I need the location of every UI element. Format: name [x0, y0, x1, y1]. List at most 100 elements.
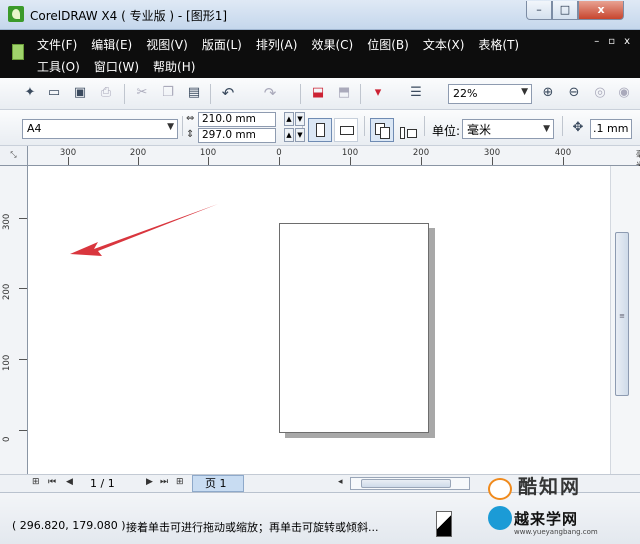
add-page-icon[interactable]: ⊞ [32, 477, 40, 487]
vertical-scrollbar[interactable]: ≡ [610, 166, 640, 474]
menu-edit[interactable]: 编辑(E) [84, 33, 139, 55]
first-page-icon[interactable]: ⏮ [48, 477, 56, 487]
document-window-controls: – ▫ x [594, 36, 630, 47]
last-page-icon[interactable]: ⏭ [160, 477, 168, 487]
vertical-ruler[interactable]: 300 200 100 0 [0, 166, 28, 474]
menu-window[interactable]: 窗口(W) [87, 55, 146, 77]
chevron-down-icon: ▼ [521, 87, 528, 97]
export-icon[interactable]: ⬒ [336, 85, 352, 101]
paste-icon[interactable]: ▤ [186, 85, 202, 101]
unit-value: 毫米 [467, 123, 492, 137]
zoom-fit-icon[interactable]: ◎ [592, 85, 608, 101]
status-hint: 接着单击可进行拖动或缩放；再单击可旋转或倾斜... [126, 521, 379, 534]
horizontal-scroll-thumb[interactable] [361, 479, 451, 488]
zoom-in-icon[interactable]: ⊕ [540, 85, 556, 101]
watermark-top-text: 酷知网 [518, 476, 582, 498]
menu-help[interactable]: 帮助(H) [146, 55, 202, 77]
landscape-button[interactable] [334, 118, 358, 142]
toolbar-separator [124, 84, 125, 104]
redo-icon[interactable]: ↷ [262, 85, 278, 101]
menu-bar: 文件(F) 编辑(E) 视图(V) 版面(L) 排列(A) 效果(C) 位图(B… [0, 30, 640, 78]
toolbar-separator [364, 116, 365, 136]
print-icon[interactable]: ⎙ [98, 85, 114, 101]
prev-page-icon[interactable]: ◀ [66, 477, 73, 487]
page-width-field[interactable]: 210.0 mm [198, 112, 276, 127]
toolbar-separator [210, 84, 211, 104]
doc-minimize-button[interactable]: – [594, 36, 599, 47]
drawing-canvas[interactable] [28, 166, 610, 474]
open-icon[interactable]: ▭ [46, 85, 62, 101]
document-page[interactable] [279, 223, 429, 433]
copy-icon[interactable]: ❐ [160, 85, 176, 101]
title-bar: CorelDRAW X4 ( 专业版 ) - [图形1] – □ x [0, 0, 640, 30]
height-icon: ⇕ [186, 129, 195, 140]
toolbar-separator [360, 84, 361, 104]
menu-table[interactable]: 表格(T) [471, 33, 526, 55]
nudge-icon: ✥ [572, 120, 584, 135]
launcher-icon[interactable]: ▾ [370, 85, 386, 101]
ruler-label: 0 [2, 436, 12, 442]
ruler-label: 100 [2, 354, 12, 371]
page-tab-1[interactable]: 页 1 [192, 475, 244, 492]
zoom-level-combo[interactable]: 22% ▼ [448, 84, 532, 104]
document-icon [12, 44, 24, 60]
minimize-button[interactable]: – [526, 1, 552, 20]
new-icon[interactable]: ✦ [22, 85, 38, 101]
scroll-left-icon[interactable]: ◂ [338, 477, 343, 487]
current-page-button[interactable] [396, 118, 420, 142]
arrow-shape [70, 204, 218, 256]
next-page-icon[interactable]: ▶ [146, 477, 153, 487]
zoom-out-icon[interactable]: ⊖ [566, 85, 582, 101]
window-title: CorelDRAW X4 ( 专业版 ) - [图形1] [30, 9, 228, 23]
page-count: 1 / 1 [90, 477, 115, 490]
menu-tools[interactable]: 工具(O) [30, 55, 87, 77]
red-arrow-annotation [70, 204, 218, 256]
horizontal-scrollbar[interactable] [350, 477, 470, 490]
zoom-page-icon[interactable]: ◉ [616, 85, 632, 101]
page-layout-icon [400, 127, 405, 139]
close-button[interactable]: x [578, 1, 624, 20]
options-icon[interactable]: ☰ [408, 85, 424, 101]
add-page-after-icon[interactable]: ⊞ [176, 477, 184, 487]
width-spinner[interactable]: ▲ [284, 112, 294, 126]
horizontal-ruler[interactable]: 300 200 100 0 100 200 300 400 毫米 [28, 146, 640, 170]
unit-label: 单位: [432, 124, 461, 138]
width-icon: ⇔ [186, 113, 195, 124]
width-spinner-down[interactable]: ▼ [295, 112, 305, 126]
maximize-button[interactable]: □ [552, 1, 578, 20]
menu-view[interactable]: 视图(V) [139, 33, 195, 55]
ruler-origin[interactable]: ⤡ [0, 146, 28, 166]
standard-toolbar: ✦ ▭ ▣ ⎙ ✂ ❐ ▤ ↶ ↷ ⬓ ⬒ ▾ ☰ 22% ▼ ⊕ ⊖ ◎ ◉ [0, 78, 640, 110]
all-pages-button[interactable] [370, 118, 394, 142]
unit-combo[interactable]: 毫米 ▼ [462, 119, 554, 139]
paper-size-value: A4 [27, 122, 42, 135]
doc-close-button[interactable]: x [624, 36, 630, 47]
chevron-down-icon: ▼ [167, 122, 174, 132]
chevron-down-icon: ▼ [543, 124, 550, 134]
cut-icon[interactable]: ✂ [134, 85, 150, 101]
grip-icon: ≡ [619, 312, 625, 320]
menu-arrange[interactable]: 排列(A) [249, 33, 305, 55]
menu-layout[interactable]: 版面(L) [195, 33, 249, 55]
portrait-button[interactable] [308, 118, 332, 142]
paper-size-combo[interactable]: A4 ▼ [22, 119, 178, 139]
ruler-label: 300 [2, 213, 12, 230]
fill-outline-swatch[interactable] [436, 511, 452, 537]
menu-effects[interactable]: 效果(C) [304, 33, 360, 55]
menu-file[interactable]: 文件(F) [30, 33, 84, 55]
nudge-distance-field[interactable]: .1 mm [590, 119, 632, 139]
menu-text[interactable]: 文本(X) [416, 33, 472, 55]
undo-icon[interactable]: ↶ [220, 85, 236, 101]
landscape-icon [340, 126, 354, 135]
save-icon[interactable]: ▣ [72, 85, 88, 101]
watermark-bubble-icon [488, 506, 512, 530]
page-height-field[interactable]: 297.0 mm [198, 128, 276, 143]
coreldraw-app-icon [8, 6, 24, 22]
watermark-bottom-text: 越来学网 [514, 510, 579, 528]
height-spinner[interactable]: ▲ [284, 128, 294, 142]
import-icon[interactable]: ⬓ [310, 85, 326, 101]
height-spinner-down[interactable]: ▼ [295, 128, 305, 142]
doc-restore-button[interactable]: ▫ [608, 36, 615, 47]
menu-bitmaps[interactable]: 位图(B) [360, 33, 416, 55]
menu-row-2: 工具(O) 窗口(W) 帮助(H) [30, 55, 202, 77]
